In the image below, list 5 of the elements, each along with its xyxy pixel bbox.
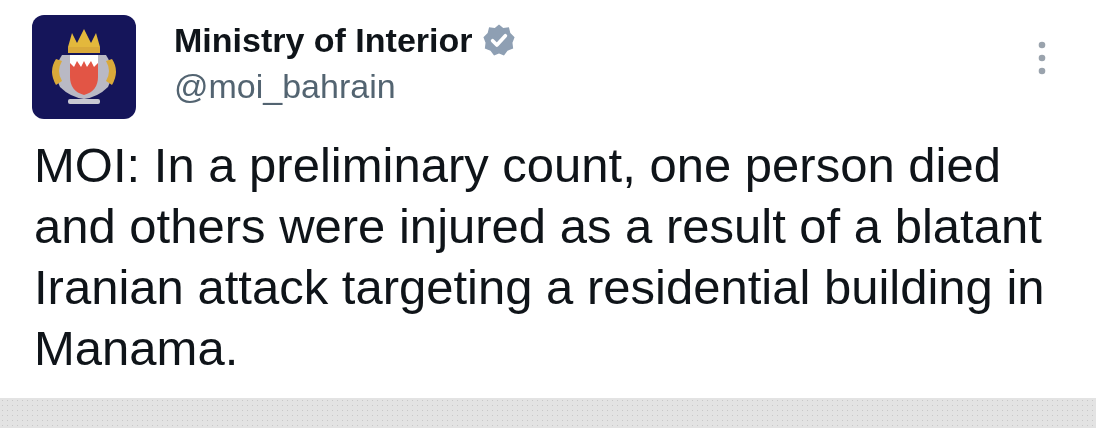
account-name[interactable]: Ministry of Interior — [174, 17, 473, 63]
post-text: MOI: In a preliminary count, one person died and others were injured as a result of a blatant Iranian attack targeting a residential building in Manama. — [34, 137, 1046, 377]
emblem-avatar[interactable] — [32, 15, 136, 119]
account-handle[interactable]: @moi_bahrain — [174, 63, 396, 109]
more-options-icon[interactable] — [1038, 41, 1046, 75]
